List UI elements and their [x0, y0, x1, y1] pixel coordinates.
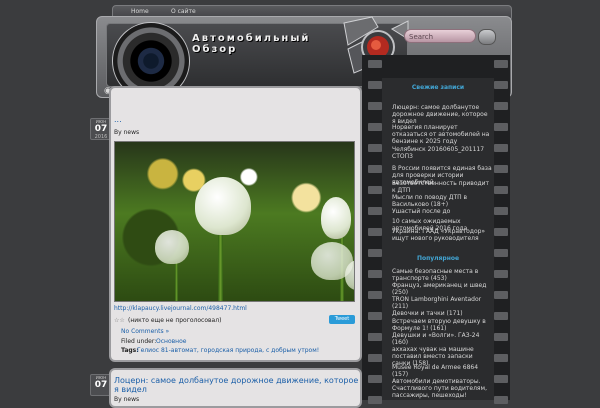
post-source-link[interactable]: http://klapaucy.livejournal.com/498477.h… [114, 305, 247, 312]
search-button[interactable] [478, 29, 496, 45]
film-hole [368, 165, 382, 173]
film-hole [368, 123, 382, 131]
date-day: 07 [94, 380, 108, 390]
film-hole [494, 102, 508, 110]
sidebar-link[interactable]: Автомобили демотиваторы. Счастливого пут… [392, 378, 492, 399]
film-hole [368, 375, 382, 383]
filed-under-label: Filed under: [121, 338, 157, 345]
film-hole [368, 249, 382, 257]
film-hole [494, 144, 508, 152]
film-hole [494, 291, 508, 299]
nav-home-link[interactable]: Home [131, 8, 149, 15]
film-hole [494, 123, 508, 131]
sidebar-link[interactable]: Норвегия планирует отказаться от автомоб… [392, 124, 492, 145]
search-input[interactable]: Search [404, 29, 476, 43]
tags-label: Tags: [121, 347, 139, 354]
rating-text: (никто еще не проголосовал) [128, 317, 222, 324]
film-hole [368, 207, 382, 215]
nav-about-link[interactable]: О сайте [171, 8, 196, 15]
film-hole [368, 144, 382, 152]
post-title[interactable]: ... [114, 115, 122, 124]
post-title[interactable]: Лоцерн: самое долбанутое дорожное движен… [114, 376, 359, 394]
sidebar-fresh-title: Свежие записи [411, 84, 465, 91]
film-hole [494, 81, 508, 89]
site-title[interactable]: Автомобильный Обзор [192, 33, 352, 55]
date-year: 2016 [94, 134, 108, 140]
date-day: 07 [94, 124, 108, 134]
film-hole [494, 60, 508, 68]
film-hole [494, 186, 508, 194]
film-hole [494, 270, 508, 278]
sidebar-link[interactable]: Встречаем вторую девушку в Формуле 1! (1… [392, 318, 492, 332]
category-link[interactable]: Основное [156, 338, 186, 345]
film-hole [494, 375, 508, 383]
film-hole [368, 186, 382, 194]
film-hole [368, 312, 382, 320]
film-hole [368, 354, 382, 362]
sidebar-link[interactable]: Ушастый после до [392, 208, 492, 215]
film-hole [494, 228, 508, 236]
film-hole [494, 207, 508, 215]
comments-link[interactable]: No Comments » [121, 328, 169, 335]
sidebar-link[interactable]: Француз, американец и швед (250) [392, 282, 492, 296]
sidebar-popular-title: Популярное [416, 255, 460, 262]
tweet-button[interactable]: Tweet [329, 315, 355, 324]
post-image [114, 141, 355, 302]
film-hole [368, 102, 382, 110]
film-hole [368, 60, 382, 68]
sidebar-link[interactable]: Люцерн: самое долбанутое дорожное движен… [392, 104, 492, 125]
film-hole [494, 165, 508, 173]
film-hole [368, 228, 382, 236]
film-hole [494, 312, 508, 320]
film-hole [368, 396, 382, 404]
post-author: By news [114, 129, 140, 136]
sidebar-link[interactable]: Челябинск 20160605_201117 СТОП3 [392, 146, 492, 160]
sidebar-link[interactable]: Девушки и «Волги». ГАЗ-24 (160) [392, 332, 492, 346]
sidebar-link[interactable]: Самые безопасные места в транспорте (453… [392, 268, 492, 282]
film-hole [368, 291, 382, 299]
film-hole [494, 333, 508, 341]
tags-links[interactable]: Гелиос 81-автомат, городская природа, с … [137, 347, 319, 354]
film-hole [368, 270, 382, 278]
sidebar-link[interactable]: Украина: ГААД «Укравтодор» ищут нового р… [392, 228, 492, 242]
sidebar-link[interactable]: Девочки и тачки (171) [392, 310, 492, 317]
sidebar-link[interactable]: Мысли по поводу ДТП в Васильково (18+) [392, 194, 492, 208]
film-hole [494, 249, 508, 257]
sidebar-link[interactable]: TRON Lamborghini Aventador (211) [392, 296, 492, 310]
film-hole [368, 81, 382, 89]
rating-stars-icon[interactable]: ☆☆ [114, 317, 125, 324]
film-hole [494, 354, 508, 362]
film-hole [494, 396, 508, 404]
sidebar-link[interactable]: Безответственность приводит к ДТП [392, 180, 492, 194]
sidebar-link[interactable]: Musee Royal de Armee 6864 (157) [392, 364, 492, 378]
film-hole [368, 333, 382, 341]
